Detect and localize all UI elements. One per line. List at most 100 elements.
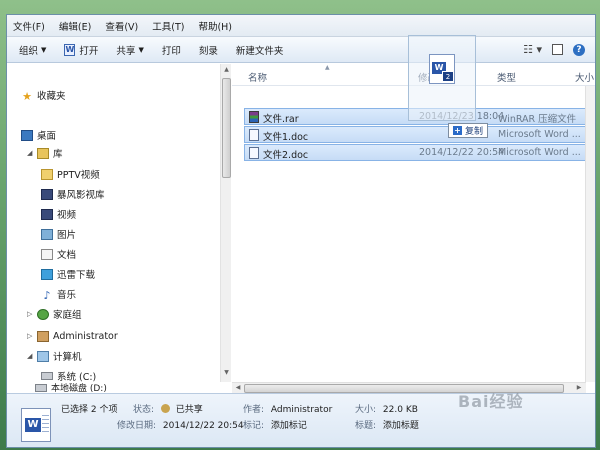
sidebar-item-homegroup[interactable]: ▷ 家庭组 bbox=[27, 305, 82, 323]
menu-help[interactable]: 帮助(H) bbox=[198, 19, 232, 33]
author-value[interactable]: Administrator bbox=[271, 405, 332, 415]
watermark: Bai经验 bbox=[458, 392, 524, 411]
sidebar-item-library[interactable]: ◢ 库 bbox=[27, 144, 63, 162]
sidebar-item-label: Administrator bbox=[53, 330, 118, 342]
menu-view[interactable]: 查看(V) bbox=[105, 19, 138, 33]
expand-triangle-icon[interactable]: ▷ bbox=[27, 310, 35, 318]
new-folder-button[interactable]: 新建文件夹 bbox=[236, 43, 284, 57]
folder-icon bbox=[41, 168, 53, 180]
copy-label: 复制 bbox=[465, 127, 484, 137]
column-type[interactable]: 类型 bbox=[497, 70, 516, 84]
sidebar-item-label: 图片 bbox=[57, 230, 77, 241]
expand-triangle-icon[interactable]: ▷ bbox=[27, 332, 35, 340]
horizontal-scrollbar[interactable]: ◀ ▶ bbox=[232, 382, 586, 393]
status-field: 状态: 已共享 bbox=[133, 402, 203, 415]
music-icon: ♪ bbox=[43, 288, 51, 302]
share-button[interactable]: 共享 ▼ bbox=[116, 43, 143, 57]
sidebar-item-pptv[interactable]: PPTV视频 bbox=[41, 165, 100, 183]
sidebar-item-desktop[interactable]: 桌面 bbox=[21, 126, 56, 144]
sidebar-item-drive-d[interactable]: 本地磁盘 (D:) bbox=[35, 382, 107, 394]
sidebar-item-favorites[interactable]: ★ 收藏夹 bbox=[21, 86, 66, 104]
word-logo-icon: W bbox=[25, 418, 41, 432]
open-button[interactable]: W 打开 bbox=[64, 43, 98, 57]
drag-ghost: W 2 bbox=[408, 35, 476, 121]
sidebar-item-label: 库 bbox=[53, 149, 63, 160]
file-name: 文件1.doc bbox=[263, 132, 309, 143]
help-icon[interactable]: ? bbox=[573, 43, 585, 56]
sidebar-item-label: 计算机 bbox=[53, 352, 82, 363]
sidebar-item-label: 音乐 bbox=[57, 290, 77, 301]
plus-icon: + bbox=[453, 126, 462, 135]
author-field: 作者: Administrator bbox=[243, 402, 332, 415]
file-row[interactable]: 文件1.doc Microsoft Word ... bbox=[244, 126, 594, 143]
open-label: 打开 bbox=[79, 45, 99, 57]
library-icon bbox=[37, 147, 49, 159]
title-key: 标题: bbox=[355, 421, 377, 431]
download-icon bbox=[41, 268, 53, 280]
sidebar-item-pictures[interactable]: 图片 bbox=[41, 225, 76, 243]
column-name[interactable]: 名称 bbox=[248, 70, 267, 84]
file-name: 文件.rar bbox=[263, 114, 299, 125]
sidebar-item-administrator[interactable]: ▷ Administrator bbox=[27, 327, 118, 345]
scroll-down-icon[interactable]: ▼ bbox=[222, 369, 231, 379]
sidebar-scrollbar[interactable]: ▲ ▼ bbox=[220, 64, 231, 382]
organize-button[interactable]: 组织 ▼ bbox=[19, 43, 46, 57]
menu-file[interactable]: 文件(F) bbox=[13, 19, 45, 33]
tags-key: 标记: bbox=[243, 421, 265, 431]
sidebar-item-documents[interactable]: 文档 bbox=[41, 245, 76, 263]
author-key: 作者: bbox=[243, 405, 265, 415]
command-bar: 组织 ▼ W 打开 共享 ▼ 打印 刻录 新建文件夹 ☷ ▾ ? bbox=[7, 37, 595, 63]
user-folder-icon bbox=[37, 330, 49, 342]
selection-count: 已选择 2 个项 bbox=[61, 402, 117, 415]
expand-triangle-icon[interactable]: ◢ bbox=[27, 352, 35, 360]
navigation-pane: ★ 收藏夹 桌面 ◢ 库 PPTV视频 暴风影视库 视频 图片 文档 迅雷下载 … bbox=[7, 64, 231, 383]
computer-icon bbox=[37, 350, 49, 362]
doc-lines-icon bbox=[42, 415, 49, 435]
drive-icon bbox=[35, 383, 47, 392]
file-list-scrollbar[interactable] bbox=[585, 86, 595, 382]
status-key: 状态: bbox=[133, 405, 155, 415]
sidebar-item-music[interactable]: ♪ 音乐 bbox=[41, 285, 76, 303]
word-doc-icon: W bbox=[21, 408, 51, 442]
modified-field: 修改日期: 2014/12/22 20:54 bbox=[117, 418, 244, 431]
file-name: 文件2.doc bbox=[263, 150, 309, 161]
burn-label: 刻录 bbox=[198, 45, 218, 57]
sort-arrow-icon: ▲ bbox=[325, 64, 330, 71]
view-options-icon[interactable]: ☷ ▾ bbox=[523, 43, 542, 56]
sidebar-item-thunder[interactable]: 迅雷下载 bbox=[41, 265, 95, 283]
menu-edit[interactable]: 编辑(E) bbox=[59, 19, 91, 33]
tags-value[interactable]: 添加标记 bbox=[271, 421, 307, 431]
chevron-down-icon: ▼ bbox=[41, 45, 47, 54]
menu-bar: 文件(F) 编辑(E) 查看(V) 工具(T) 帮助(H) bbox=[7, 15, 595, 37]
column-size[interactable]: 大小 bbox=[575, 70, 594, 84]
drive-icon bbox=[41, 372, 53, 380]
chevron-down-icon: ▼ bbox=[138, 45, 144, 54]
print-label: 打印 bbox=[161, 45, 181, 57]
burn-button[interactable]: 刻录 bbox=[199, 43, 218, 57]
title-value[interactable]: 添加标题 bbox=[383, 421, 419, 431]
rar-icon bbox=[249, 111, 259, 123]
modified-key: 修改日期: bbox=[117, 421, 157, 431]
explorer-window: 文件(F) 编辑(E) 查看(V) 工具(T) 帮助(H) 组织 ▼ W 打开 … bbox=[6, 14, 596, 448]
menu-tools[interactable]: 工具(T) bbox=[152, 19, 184, 33]
file-type: Microsoft Word ... bbox=[498, 129, 581, 140]
video-icon bbox=[41, 208, 53, 220]
file-row[interactable]: 文件2.doc 2014/12/22 20:54 Microsoft Word … bbox=[244, 144, 594, 161]
sidebar-item-videos[interactable]: 视频 bbox=[41, 205, 76, 223]
sidebar-item-computer[interactable]: ◢ 计算机 bbox=[27, 347, 82, 365]
word-doc-icon bbox=[249, 147, 259, 159]
preview-pane-icon[interactable] bbox=[552, 44, 563, 55]
file-type: Microsoft Word ... bbox=[498, 147, 581, 158]
sidebar-item-label: 收藏夹 bbox=[37, 91, 66, 102]
scroll-left-icon[interactable]: ◀ bbox=[233, 384, 243, 391]
scroll-right-icon[interactable]: ▶ bbox=[574, 384, 584, 391]
tags-field: 标记: 添加标记 bbox=[243, 418, 307, 431]
expand-triangle-icon[interactable]: ◢ bbox=[27, 149, 35, 157]
sidebar-scroll-thumb[interactable] bbox=[222, 78, 231, 178]
print-button[interactable]: 打印 bbox=[162, 43, 181, 57]
sidebar-item-baofeng[interactable]: 暴风影视库 bbox=[41, 185, 105, 203]
size-key: 大小: bbox=[355, 405, 377, 415]
sidebar-item-label: 迅雷下载 bbox=[57, 270, 96, 281]
share-label: 共享 bbox=[116, 45, 136, 57]
scroll-up-icon[interactable]: ▲ bbox=[222, 66, 231, 76]
